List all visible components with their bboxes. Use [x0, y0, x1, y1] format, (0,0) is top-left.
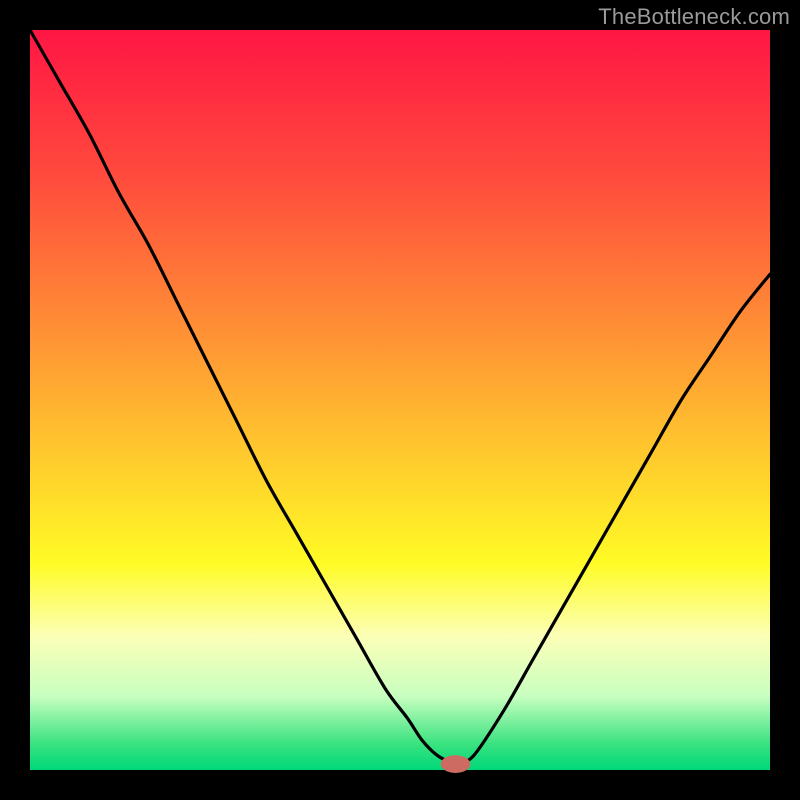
optimal-point-marker — [441, 755, 471, 773]
gradient-background — [30, 30, 770, 770]
watermark-text: TheBottleneck.com — [598, 4, 790, 30]
bottleneck-chart — [0, 0, 800, 800]
chart-frame: TheBottleneck.com — [0, 0, 800, 800]
